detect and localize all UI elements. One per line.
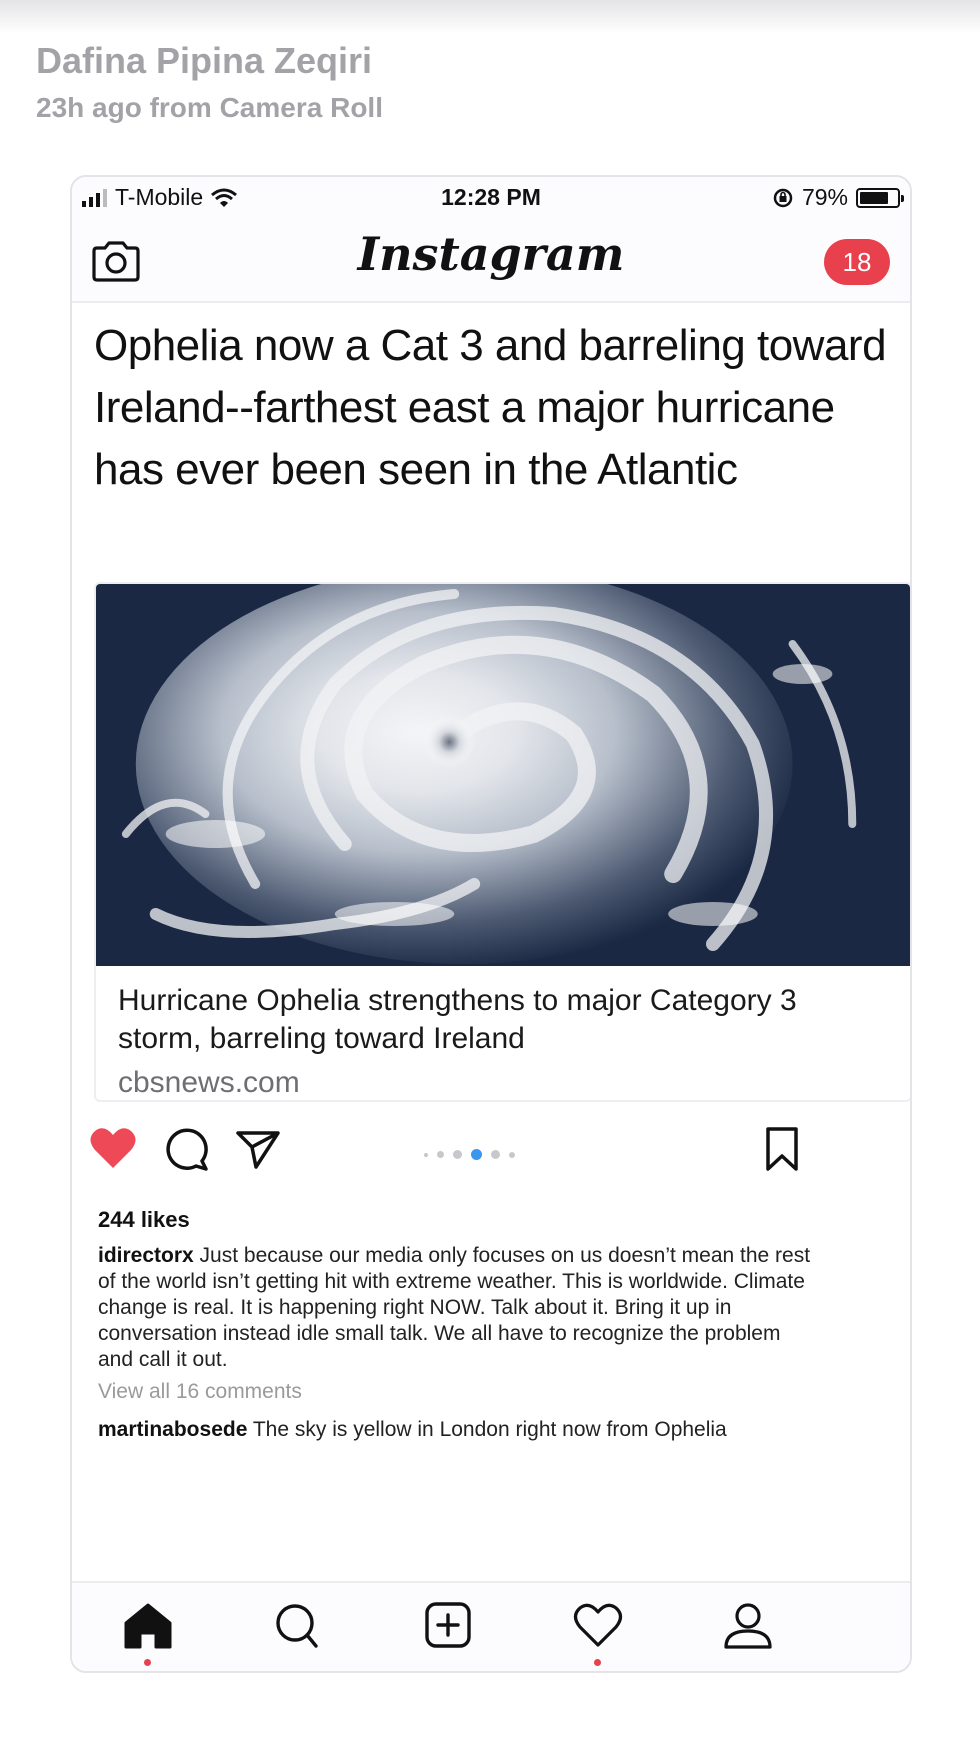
- comment-icon[interactable]: [162, 1125, 210, 1173]
- bottom-tab-bar: [72, 1581, 910, 1671]
- home-activity-dot: [144, 1659, 151, 1666]
- rotation-lock-icon: [773, 188, 793, 207]
- hurricane-satellite-image[interactable]: [96, 584, 910, 966]
- bookmark-icon[interactable]: [762, 1125, 802, 1173]
- status-bar: T-Mobile 12:28 PM 79%: [72, 177, 910, 221]
- notification-badge[interactable]: 18: [824, 239, 890, 285]
- carousel-dot: [491, 1150, 500, 1159]
- add-post-icon: [425, 1602, 471, 1648]
- activity-notification-dot: [594, 1659, 601, 1666]
- poster-meta: 23h ago from Camera Roll: [36, 92, 383, 123]
- caption-text: Just because our media only focuses on u…: [98, 1244, 811, 1371]
- carousel-dot: [437, 1151, 444, 1158]
- comment-username[interactable]: martinabosede: [98, 1418, 247, 1441]
- tab-activity[interactable]: [568, 1601, 628, 1666]
- home-icon: [124, 1603, 172, 1649]
- carousel-dot: [509, 1151, 515, 1158]
- heart-filled-icon[interactable]: [88, 1125, 138, 1171]
- carousel-dot-active: [471, 1149, 482, 1160]
- battery-fill: [860, 191, 889, 204]
- comment-item: martinabosede The sky is yellow in Londo…: [98, 1417, 888, 1443]
- view-all-comments-link[interactable]: View all 16 comments: [98, 1380, 302, 1404]
- post-headline: Ophelia now a Cat 3 and barreling toward…: [94, 321, 887, 494]
- carousel-dot: [424, 1152, 428, 1157]
- link-card-domain: cbsnews.com: [118, 1066, 300, 1099]
- post-caption: idirectorx Just because our media only f…: [98, 1243, 818, 1373]
- tab-add-post[interactable]: [418, 1601, 478, 1661]
- top-shade: [0, 0, 980, 34]
- poster-name: Dafina Pipina Zeqiri: [36, 40, 373, 81]
- likes-count[interactable]: 244 likes: [98, 1207, 190, 1233]
- share-icon[interactable]: [234, 1125, 282, 1173]
- carousel-dots: [424, 1149, 515, 1160]
- app-header: Instagram 18: [72, 221, 910, 303]
- instagram-logo: Instagram: [357, 227, 625, 281]
- link-preview-card[interactable]: Hurricane Ophelia strengthens to major C…: [94, 582, 910, 1102]
- status-bar-right: 79%: [772, 184, 904, 211]
- link-card-title: Hurricane Ophelia strengthens to major C…: [118, 984, 797, 1055]
- activity-heart-icon: [573, 1603, 623, 1647]
- tab-search[interactable]: [268, 1601, 328, 1661]
- tab-profile[interactable]: [718, 1601, 778, 1661]
- tab-home[interactable]: [118, 1601, 178, 1666]
- caption-username[interactable]: idirectorx: [98, 1244, 194, 1267]
- profile-icon: [724, 1603, 772, 1649]
- carousel-dot: [453, 1150, 462, 1159]
- battery-icon: [856, 187, 904, 208]
- comment-text: The sky is yellow in London right now fr…: [247, 1418, 727, 1441]
- battery-percent: 79%: [801, 184, 848, 210]
- phone-screenshot: T-Mobile 12:28 PM 79% Instagram 18 Ophel…: [70, 175, 912, 1673]
- search-icon: [276, 1604, 318, 1648]
- post-actions: [72, 1125, 910, 1185]
